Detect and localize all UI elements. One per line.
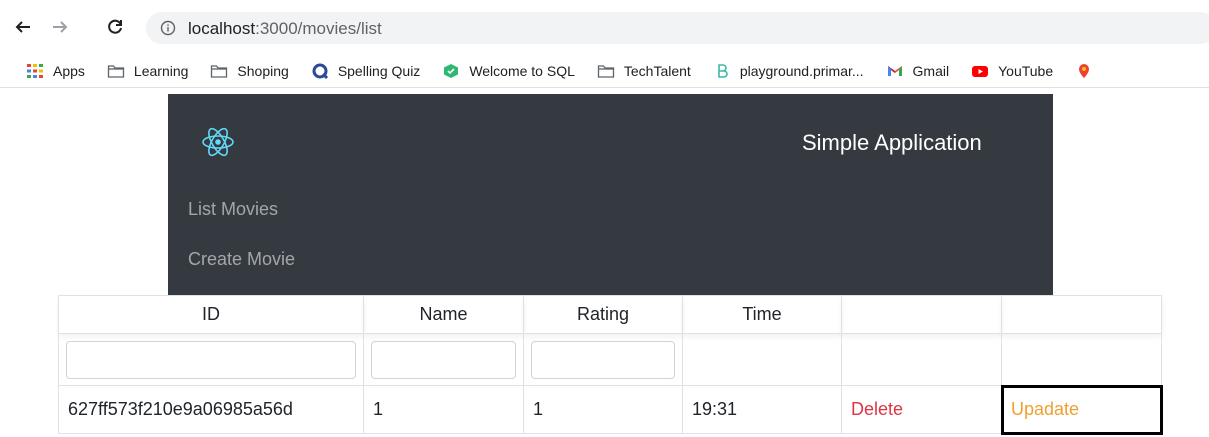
playground-icon bbox=[713, 63, 731, 79]
table-header-row: ID Name Rating Time bbox=[58, 295, 1162, 334]
sql-icon bbox=[442, 63, 460, 79]
youtube-icon bbox=[971, 63, 989, 79]
apps-grid-icon bbox=[26, 63, 44, 79]
bookmark-learning[interactable]: Learning bbox=[107, 62, 189, 79]
cell-time: 19:31 bbox=[682, 385, 842, 434]
cell-name: 1 bbox=[363, 385, 524, 434]
column-header-time[interactable]: Time bbox=[682, 295, 842, 334]
column-header-name[interactable]: Name bbox=[363, 295, 524, 334]
bookmark-maps[interactable] bbox=[1075, 63, 1102, 79]
info-icon[interactable] bbox=[160, 20, 176, 36]
bookmark-label: TechTalent bbox=[623, 62, 691, 79]
movies-table-container: ID Name Rating Time 627ff573f210e9a06985… bbox=[58, 295, 1163, 435]
bookmark-label: Shoping bbox=[237, 62, 289, 79]
column-header-rating[interactable]: Rating bbox=[523, 295, 683, 334]
bookmark-label: Spelling Quiz bbox=[337, 62, 421, 79]
bookmark-label: YouTube bbox=[998, 62, 1054, 79]
bookmark-spelling-quiz[interactable]: Spelling Quiz bbox=[311, 62, 421, 79]
rating-filter-input[interactable] bbox=[531, 340, 675, 379]
bookmark-label: Gmail bbox=[912, 62, 950, 79]
bookmark-welcome-to-sql[interactable]: Welcome to SQL bbox=[442, 63, 575, 79]
bookmark-shoping[interactable]: Shoping bbox=[210, 62, 289, 79]
react-logo-icon[interactable] bbox=[200, 124, 236, 160]
filter-cell bbox=[841, 333, 1002, 386]
app-navbar: Simple Application List Movies Create Mo… bbox=[168, 94, 1053, 295]
url-host: localhost bbox=[188, 19, 256, 38]
column-header-id[interactable]: ID bbox=[58, 295, 364, 334]
bookmark-gmail[interactable]: Gmail bbox=[886, 62, 950, 79]
bookmark-apps[interactable]: Apps bbox=[26, 63, 85, 79]
nav-link-list-movies[interactable]: List Movies bbox=[188, 199, 278, 220]
back-button[interactable] bbox=[10, 14, 36, 40]
quiz-icon bbox=[311, 63, 329, 79]
reload-button[interactable] bbox=[102, 14, 128, 40]
bookmark-label: Apps bbox=[53, 62, 85, 79]
bookmark-label: playground.primar... bbox=[739, 62, 864, 79]
bookmark-techtalent[interactable]: TechTalent bbox=[597, 63, 691, 79]
bookmark-playground[interactable]: playground.primar... bbox=[713, 63, 864, 79]
table-row: 627ff573f210e9a06985a56d 1 1 19:31 Delet… bbox=[58, 384, 1163, 435]
bookmark-youtube[interactable]: YouTube bbox=[971, 63, 1053, 79]
movies-table: ID Name Rating Time 627ff573f210e9a06985… bbox=[58, 295, 1163, 435]
browser-toolbar: localhost:3000/movies/list bbox=[0, 0, 1209, 54]
filter-row bbox=[58, 333, 1162, 386]
filter-cell bbox=[363, 333, 524, 386]
update-link[interactable]: Upadate bbox=[1000, 384, 1163, 435]
forward-button[interactable] bbox=[47, 14, 73, 40]
address-bar[interactable]: localhost:3000/movies/list bbox=[146, 12, 1209, 44]
folder-icon bbox=[597, 63, 615, 79]
column-header-update bbox=[1001, 295, 1162, 334]
filter-cell bbox=[682, 333, 842, 386]
column-header-delete bbox=[841, 295, 1002, 334]
forward-arrow-icon bbox=[53, 21, 68, 33]
url-path: :3000/movies/list bbox=[255, 19, 382, 38]
filter-cell bbox=[1001, 333, 1162, 386]
cell-rating: 1 bbox=[523, 385, 683, 434]
name-filter-input[interactable] bbox=[371, 340, 516, 379]
bookmarks-bar: Apps Learning Shoping Spelling Quiz Welc… bbox=[0, 54, 1209, 88]
url-text: localhost:3000/movies/list bbox=[188, 19, 382, 39]
gmail-icon bbox=[886, 63, 904, 79]
folder-icon bbox=[107, 63, 125, 79]
app-brand-title[interactable]: Simple Application bbox=[802, 130, 982, 156]
maps-pin-icon bbox=[1075, 63, 1093, 79]
nav-link-create-movie[interactable]: Create Movie bbox=[188, 249, 295, 270]
reload-icon bbox=[108, 19, 122, 34]
filter-cell bbox=[58, 333, 364, 386]
bookmark-label: Learning bbox=[133, 62, 189, 79]
id-filter-input[interactable] bbox=[66, 340, 356, 379]
back-arrow-icon bbox=[15, 21, 30, 33]
delete-link[interactable]: Delete bbox=[841, 385, 1002, 434]
cell-id: 627ff573f210e9a06985a56d bbox=[58, 385, 364, 434]
bookmark-label: Welcome to SQL bbox=[469, 62, 575, 79]
filter-cell bbox=[523, 333, 683, 386]
folder-icon bbox=[210, 63, 228, 79]
